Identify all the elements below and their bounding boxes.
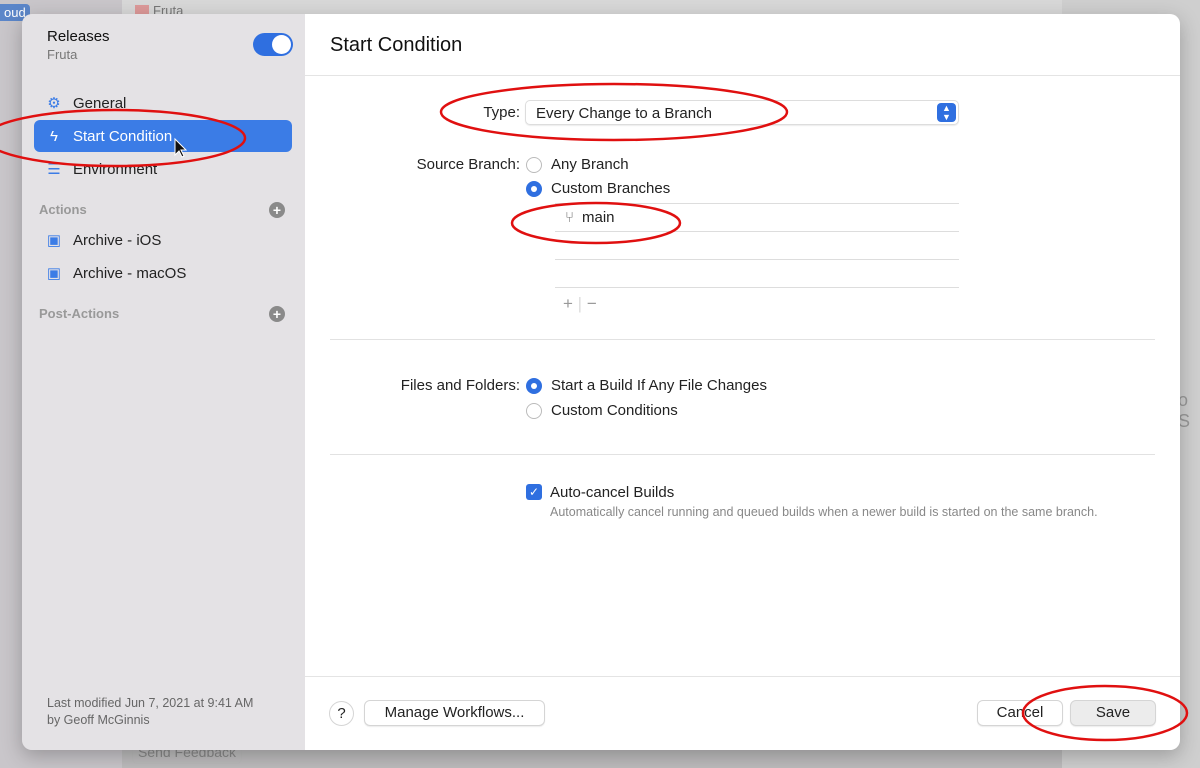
sidebar-item-label: Archive - macOS	[73, 264, 187, 282]
sidebar-item-environment[interactable]: ☰ Environment	[34, 153, 292, 185]
add-post-action-button[interactable]: +	[269, 306, 285, 322]
sidebar-item-archive-ios[interactable]: ▣ Archive - iOS	[34, 224, 292, 256]
add-branch-button[interactable]: +	[563, 294, 573, 313]
sidebar-item-start-condition[interactable]: ϟ Start Condition	[34, 120, 292, 152]
radio-custom-branches[interactable]: Custom Branches	[526, 180, 670, 197]
radio-label: Custom Conditions	[551, 402, 678, 419]
sidebar-item-label: General	[73, 94, 127, 112]
sidebar-item-label: Start Condition	[73, 127, 173, 145]
last-modified-author: by Geoff McGinnis	[47, 713, 150, 727]
radio-any-file[interactable]: Start a Build If Any File Changes	[526, 377, 767, 394]
main-panel: Start Condition Type: Every Change to a …	[305, 14, 1180, 750]
divider	[330, 454, 1155, 455]
radio-label: Start a Build If Any File Changes	[551, 377, 767, 394]
branch-icon: ⑂	[565, 209, 575, 226]
manage-workflows-button[interactable]: Manage Workflows...	[364, 700, 545, 726]
branch-list-bottom	[555, 287, 959, 288]
radio-button[interactable]	[526, 402, 542, 419]
auto-cancel-description: Automatically cancel running and queued …	[550, 505, 1098, 519]
files-folders-label: Files and Folders:	[400, 377, 520, 394]
remove-branch-button[interactable]: −	[587, 294, 597, 313]
sidebar-item-label: Archive - iOS	[73, 231, 162, 249]
sidebar-item-general[interactable]: ⚙ General	[34, 87, 292, 119]
app-archive-icon: ▣	[46, 232, 62, 249]
radio-any-branch[interactable]: Any Branch	[526, 156, 629, 173]
chevron-updown-icon: ▲ ▼	[937, 103, 956, 122]
branch-row[interactable]: ⑂ main	[555, 203, 959, 231]
workflow-enabled-toggle[interactable]	[253, 33, 293, 56]
sidebar-item-archive-macos[interactable]: ▣ Archive - macOS	[34, 257, 292, 289]
cancel-button[interactable]: Cancel	[977, 700, 1063, 726]
radio-button[interactable]	[526, 156, 542, 173]
radio-button[interactable]	[526, 377, 542, 394]
radio-custom-conditions[interactable]: Custom Conditions	[526, 402, 678, 419]
app-archive-icon: ▣	[46, 265, 62, 282]
type-select[interactable]: Every Change to a Branch ▲ ▼	[525, 100, 959, 125]
branch-row-empty	[555, 259, 959, 287]
radio-button[interactable]	[526, 180, 542, 197]
source-branch-label: Source Branch:	[416, 156, 520, 173]
add-action-button[interactable]: +	[269, 202, 285, 218]
save-button[interactable]: Save	[1070, 700, 1156, 726]
footer-divider	[305, 676, 1180, 677]
gear-icon: ⚙	[47, 95, 61, 112]
radio-label: Any Branch	[551, 156, 629, 173]
radio-label: Custom Branches	[551, 180, 671, 197]
post-actions-header: Post-Actions	[39, 306, 120, 321]
background-partial-text: o S	[1178, 390, 1191, 431]
type-select-value: Every Change to a Branch	[536, 105, 712, 122]
actions-header: Actions	[39, 202, 87, 217]
server-icon: ☰	[47, 161, 61, 178]
branch-row-empty	[555, 231, 959, 259]
last-modified: Last modified Jun 7, 2021 at 9:41 AM by G…	[47, 695, 253, 729]
branch-list-controls: + | −	[563, 294, 597, 313]
divider	[330, 339, 1155, 340]
auto-cancel-label: Auto-cancel Builds	[550, 484, 675, 501]
last-modified-date: Last modified Jun 7, 2021 at 9:41 AM	[47, 696, 254, 710]
header: Start Condition	[305, 14, 1180, 76]
sidebar-item-label: Environment	[73, 160, 158, 178]
branch-name: main	[582, 209, 615, 226]
workflow-title: Releases	[47, 28, 110, 45]
bolt-icon: ϟ	[50, 127, 58, 145]
workflow-editor-sheet: Releases Fruta ⚙ General ϟ Start Condition…	[22, 14, 1180, 750]
sidebar: Releases Fruta ⚙ General ϟ Start Condition…	[22, 14, 305, 750]
page-title: Start Condition	[330, 34, 463, 56]
workflow-subtitle: Fruta	[47, 47, 78, 62]
auto-cancel-checkbox[interactable]: ✓	[526, 484, 542, 500]
type-label: Type:	[483, 104, 520, 121]
help-button[interactable]: ?	[329, 701, 354, 726]
